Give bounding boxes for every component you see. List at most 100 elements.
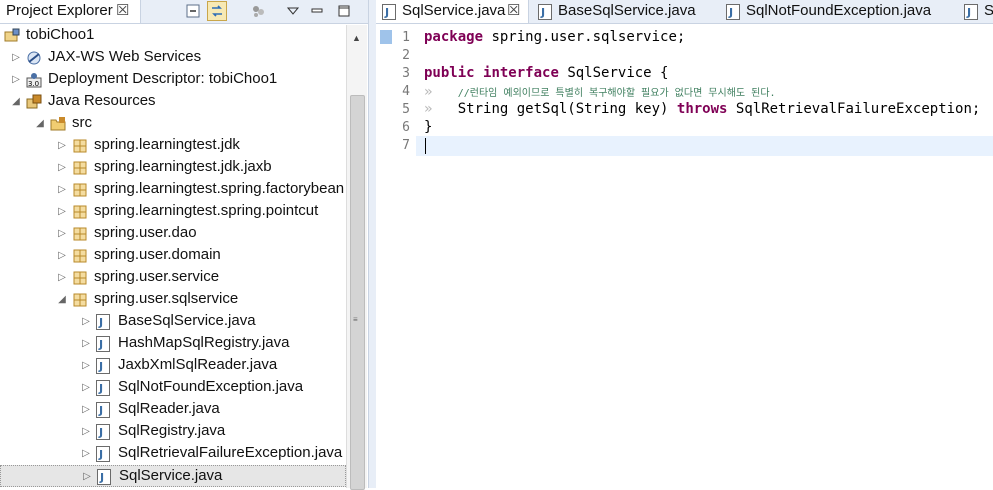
tree-item[interactable]: ▷ J SqlReader.java	[0, 399, 346, 421]
expand-arrow-icon[interactable]: ▷	[56, 140, 68, 152]
keyword: public	[424, 65, 475, 81]
package-icon	[72, 248, 88, 264]
current-line-highlight	[416, 136, 993, 156]
tree-item[interactable]: ▷ J SqlRetrievalFailureException.java	[0, 443, 346, 465]
tab-sqlnotfoundexception-java[interactable]: J SqlNotFoundException.java	[720, 0, 950, 23]
grip-icon: ≡	[353, 315, 358, 324]
svg-text:3.0: 3.0	[28, 80, 39, 88]
collapse-all-icon[interactable]	[185, 3, 201, 19]
tree-item-label: src	[72, 114, 92, 131]
tree-item[interactable]: ▷ J BaseSqlService.java	[0, 311, 346, 333]
tree-item[interactable]: ▷ spring.learningtest.jdk	[0, 135, 346, 157]
tree-item-label: SqlRegistry.java	[118, 422, 226, 439]
tree-item-label: tobiChoo1	[26, 26, 95, 43]
expand-arrow-icon[interactable]: ▷	[56, 250, 68, 262]
java-file-icon: J	[538, 4, 552, 20]
tree-item[interactable]: ▷ spring.user.dao	[0, 223, 346, 245]
tree-item[interactable]: ▷ spring.user.domain	[0, 245, 346, 267]
expand-arrow-icon[interactable]: ▷	[56, 184, 68, 196]
code-line-6[interactable]: }	[424, 119, 432, 135]
tree-item-label: BaseSqlService.java	[118, 312, 256, 329]
tab-label: S	[984, 2, 993, 19]
tab-project-explorer[interactable]: Project Explorer ☒	[0, 0, 141, 23]
minimize-icon[interactable]	[309, 3, 325, 19]
svg-text:J: J	[98, 338, 103, 351]
tree-item[interactable]: ▷ spring.learningtest.spring.pointcut	[0, 201, 346, 223]
close-view-icon[interactable]: ☒	[116, 1, 129, 19]
maximize-icon[interactable]	[336, 3, 352, 19]
tab-overflow-partial[interactable]: J S	[958, 0, 993, 23]
text-caret	[425, 138, 426, 154]
code-text: SqlService {	[567, 65, 669, 81]
expand-arrow-icon[interactable]: ▷	[56, 162, 68, 174]
expand-arrow-icon[interactable]: ▷	[80, 360, 92, 372]
tree-item-label: spring.user.domain	[94, 246, 221, 263]
tree-item[interactable]: ▷ spring.learningtest.jdk.jaxb	[0, 157, 346, 179]
line-number: 6	[402, 120, 410, 135]
tree-item[interactable]: ▷ J SqlNotFoundException.java	[0, 377, 346, 399]
expand-arrow-icon[interactable]: ▷	[80, 382, 92, 394]
expand-arrow-icon[interactable]: ▷	[10, 74, 22, 86]
expand-arrow-icon[interactable]: ▷	[80, 426, 92, 438]
tree-item[interactable]: ▷ JAX-WS Web Services	[0, 47, 346, 69]
view-menu-icon[interactable]	[285, 3, 301, 19]
tab-label: BaseSqlService.java	[558, 2, 696, 19]
source-folder-icon	[50, 116, 66, 132]
tree-item[interactable]: ◢ Java Resources	[0, 91, 346, 113]
expand-arrow-icon[interactable]: ▷	[80, 316, 92, 328]
tree-item-label: spring.learningtest.spring.pointcut	[94, 202, 319, 219]
svg-text:J: J	[384, 6, 389, 19]
expand-arrow-icon[interactable]: ▷	[80, 448, 92, 460]
svg-text:J: J	[728, 6, 733, 19]
code-line-1[interactable]: package spring.user.sqlservice;	[424, 29, 685, 45]
java-file-icon: J	[96, 380, 112, 396]
keyword: package	[424, 29, 484, 45]
tree-item[interactable]: ▷ J SqlRegistry.java	[0, 421, 346, 443]
tree-item-label: SqlReader.java	[118, 400, 220, 417]
tab-sqlservice-java[interactable]: J SqlService.java ☒	[376, 0, 529, 23]
link-with-editor-icon[interactable]	[207, 1, 227, 21]
expand-arrow-icon[interactable]: ▷	[80, 338, 92, 350]
expand-arrow-icon[interactable]: ▷	[56, 206, 68, 218]
tree-item[interactable]: tobiChoo1	[0, 25, 346, 47]
tree-item[interactable]: ◢ spring.user.sqlservice	[0, 289, 346, 311]
expand-arrow-icon[interactable]: ▷	[10, 52, 22, 64]
project-icon	[4, 28, 20, 44]
expand-arrow-icon[interactable]: ▷	[56, 272, 68, 284]
collapse-arrow-icon[interactable]: ◢	[34, 118, 46, 130]
svg-text:J: J	[98, 404, 103, 417]
expand-arrow-icon[interactable]: ▷	[56, 228, 68, 240]
collapse-arrow-icon[interactable]: ◢	[10, 96, 22, 108]
explorer-scrollbar[interactable]: ▲ ≡	[346, 25, 367, 490]
project-tree: tobiChoo1 ▷ JAX-WS Web Services ▷ 3.0 Deploym…	[0, 25, 346, 488]
filters-icon[interactable]	[250, 3, 266, 19]
tree-item[interactable]: ▷ spring.learningtest.spring.factorybean	[0, 179, 346, 201]
close-tab-icon[interactable]: ☒	[507, 1, 520, 19]
tree-item[interactable]: ▷ J SqlService.java	[0, 465, 346, 487]
line-number: 5	[402, 102, 410, 117]
svg-text:J: J	[98, 316, 103, 329]
scroll-up-icon[interactable]: ▲	[352, 33, 361, 43]
collapse-arrow-icon[interactable]: ◢	[56, 294, 68, 306]
tree-item[interactable]: ◢ src	[0, 113, 346, 135]
java-file-icon: J	[96, 446, 112, 462]
package-icon	[72, 160, 88, 176]
tree-item[interactable]: ▷ 3.0 Deployment Descriptor: tobiChoo1	[0, 69, 346, 91]
svg-text:J: J	[99, 471, 104, 484]
tab-basesqlservice-java[interactable]: J BaseSqlService.java	[532, 0, 712, 23]
tree-item[interactable]: ▷ spring.user.service	[0, 267, 346, 289]
expand-arrow-icon[interactable]: ▷	[81, 471, 93, 483]
tree-item-label: Deployment Descriptor: tobiChoo1	[48, 70, 278, 87]
line-number: 3	[402, 66, 410, 81]
java-file-icon: J	[382, 4, 396, 20]
code-line-3[interactable]: public interface SqlService {	[424, 65, 668, 81]
tab-whitespace-marker: »	[424, 101, 433, 117]
code-line-4[interactable]: » //런타임 예외이므로 특별히 복구해야할 필요가 없다면 무시해도 된다.	[424, 84, 776, 100]
tree-item[interactable]: ▷ J HashMapSqlRegistry.java	[0, 333, 346, 355]
package-icon	[72, 292, 88, 308]
expand-arrow-icon[interactable]: ▷	[80, 404, 92, 416]
code-line-5[interactable]: » String getSql(String key) throws SqlRe…	[424, 101, 980, 117]
tree-item[interactable]: ▷ J JaxbXmlSqlReader.java	[0, 355, 346, 377]
scrollbar-thumb[interactable]: ≡	[350, 95, 365, 490]
java-file-icon: J	[96, 402, 112, 418]
